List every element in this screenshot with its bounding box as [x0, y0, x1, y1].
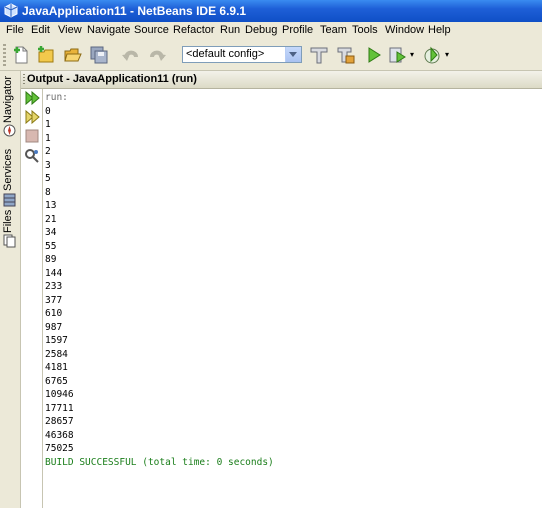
menu-refactor[interactable]: Refactor	[173, 24, 215, 36]
main-toolbar: <default config> ▾ ▾	[0, 40, 542, 71]
profile-icon[interactable]	[422, 45, 442, 65]
build-icon[interactable]	[336, 45, 356, 65]
output-line: 1	[45, 119, 51, 130]
config-dropdown[interactable]: <default config>	[182, 46, 302, 63]
left-side-panel: Navigator Services Files	[0, 71, 21, 508]
config-value: <default config>	[186, 48, 265, 60]
netbeans-app-icon	[4, 3, 18, 18]
output-line: 987	[45, 321, 63, 333]
files-icon	[3, 234, 16, 248]
output-line: 75025	[45, 443, 74, 454]
output-line: 2584	[45, 348, 68, 360]
undo-icon[interactable]	[121, 45, 141, 65]
menu-window[interactable]: Window	[385, 24, 424, 36]
new-file-icon[interactable]	[11, 45, 31, 65]
save-all-icon[interactable]	[89, 45, 109, 65]
output-line: 4181	[45, 362, 68, 373]
chevron-down-icon[interactable]	[285, 47, 301, 62]
output-line: 6765	[45, 375, 68, 387]
output-line: 377	[45, 294, 63, 306]
open-project-icon[interactable]	[63, 45, 83, 65]
menu-navigate[interactable]: Navigate	[87, 24, 130, 36]
services-icon	[3, 193, 16, 207]
output-panel-header[interactable]: Output - JavaApplication11 (run)	[21, 71, 542, 89]
debug-icon[interactable]	[388, 45, 408, 65]
output-line: 8	[45, 186, 51, 198]
tab-navigator-label: Navigator	[2, 75, 14, 123]
title-bar[interactable]: JavaApplication11 - NetBeans IDE 6.9.1	[0, 0, 542, 22]
menu-profile[interactable]: Profile	[282, 24, 313, 36]
output-line: 34	[45, 227, 57, 238]
output-line: 1597	[45, 335, 68, 346]
settings-icon[interactable]	[24, 148, 40, 164]
compass-icon	[3, 124, 16, 137]
output-line: 89	[45, 254, 57, 265]
menu-run[interactable]: Run	[220, 24, 240, 36]
redo-icon[interactable]	[147, 45, 167, 65]
output-line: 13	[45, 200, 57, 211]
menu-tools[interactable]: Tools	[352, 24, 378, 36]
output-line: 46368	[45, 429, 74, 441]
menu-bar: File Edit View Navigate Source Refactor …	[0, 22, 542, 40]
menu-debug[interactable]: Debug	[245, 24, 277, 36]
output-line: 3	[45, 159, 51, 171]
window-title: JavaApplication11 - NetBeans IDE 6.9.1	[22, 4, 247, 18]
rerun-icon[interactable]	[24, 90, 40, 106]
output-line: 5	[45, 173, 51, 184]
run-icon[interactable]	[364, 45, 384, 65]
output-run-label: run:	[45, 92, 68, 103]
output-console[interactable]: run: 0 1 1 2 3 5 8 13 21 34 55 89 144 233 377 610 987 1597…	[45, 91, 535, 469]
menu-view[interactable]: View	[58, 24, 82, 36]
menu-team[interactable]: Team	[320, 24, 347, 36]
output-line: 2	[45, 146, 51, 157]
output-line: 21	[45, 213, 57, 225]
output-line: 0	[45, 105, 51, 117]
build-status-line: BUILD SUCCESSFUL (total time: 0 seconds)	[45, 456, 274, 468]
output-action-bar	[21, 89, 43, 508]
tab-files[interactable]: Files	[2, 209, 18, 249]
output-line: 17711	[45, 402, 74, 414]
tab-navigator[interactable]: Navigator	[2, 75, 18, 141]
tab-services-label: Services	[2, 148, 14, 191]
menu-file[interactable]: File	[6, 24, 24, 36]
output-line: 144	[45, 267, 63, 279]
profile-dropdown-arrow-icon[interactable]: ▾	[445, 50, 449, 59]
clean-build-icon[interactable]	[309, 45, 329, 65]
new-project-icon[interactable]	[36, 45, 56, 65]
stop-icon[interactable]	[24, 128, 40, 144]
menu-source[interactable]: Source	[134, 24, 169, 36]
menu-help[interactable]: Help	[428, 24, 451, 36]
output-line: 233	[45, 281, 63, 292]
output-line: 28657	[45, 416, 74, 427]
output-line: 1	[45, 132, 51, 144]
output-line: 610	[45, 308, 63, 319]
tab-files-label: Files	[2, 209, 14, 233]
output-line: 10946	[45, 389, 74, 400]
output-line: 55	[45, 240, 57, 252]
output-panel-title: Output - JavaApplication11 (run)	[27, 73, 197, 85]
output-panel-grip[interactable]	[23, 74, 25, 85]
menu-edit[interactable]: Edit	[31, 24, 50, 36]
toolbar-grip[interactable]	[3, 44, 6, 66]
tab-services[interactable]: Services	[2, 147, 18, 211]
rerun-with-params-icon[interactable]	[24, 109, 40, 125]
debug-dropdown-arrow-icon[interactable]: ▾	[410, 50, 414, 59]
